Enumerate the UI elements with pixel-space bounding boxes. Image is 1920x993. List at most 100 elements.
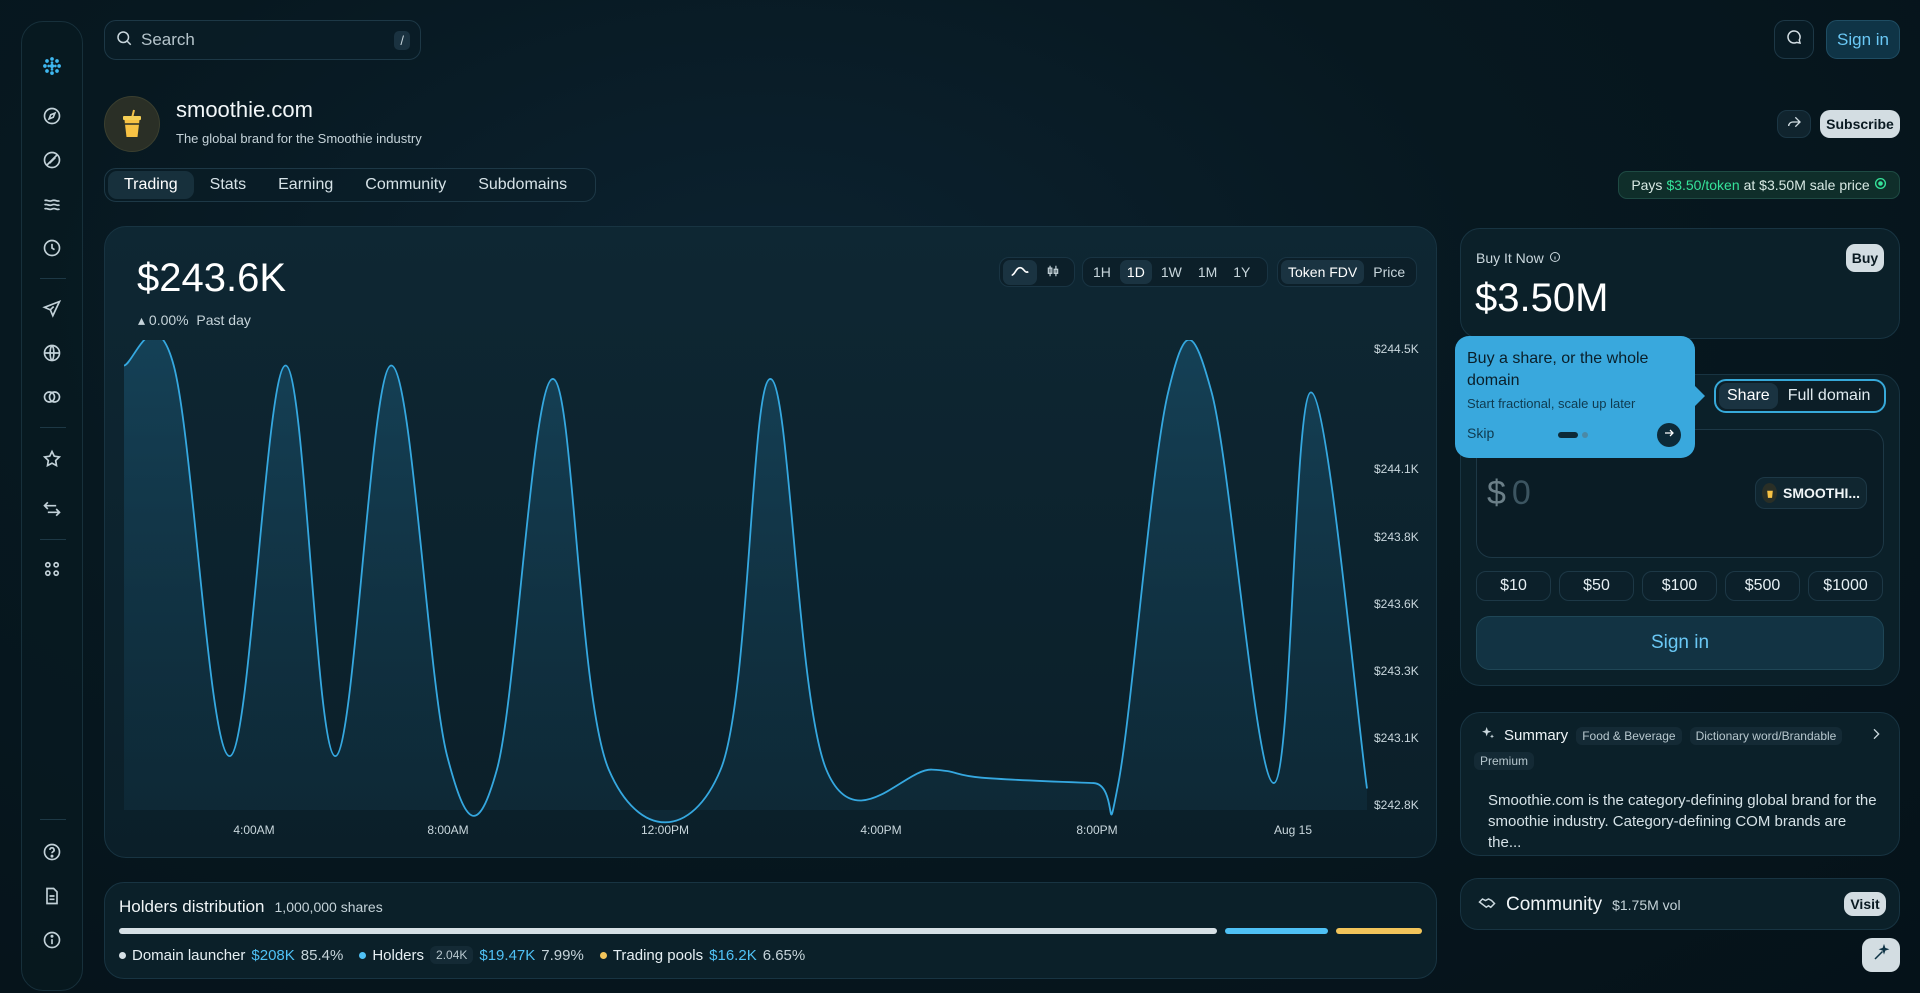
sign-in-button[interactable]: Sign in — [1826, 20, 1900, 59]
candlestick-chart-button[interactable] — [1039, 260, 1067, 285]
chart-type-toggle — [999, 257, 1075, 287]
x-tick-label: Aug 15 — [1273, 823, 1313, 837]
tab-community[interactable]: Community — [349, 171, 462, 199]
ban-icon[interactable] — [38, 146, 66, 174]
amount-placeholder[interactable]: 0 — [1512, 474, 1531, 513]
legend-holders-value: $19.47K — [479, 946, 536, 964]
legend-dot-pools — [599, 951, 607, 959]
metric-price[interactable]: Price — [1366, 260, 1412, 284]
info-icon[interactable] — [38, 926, 66, 954]
x-tick-label: 4:00AM — [233, 823, 275, 837]
holders-title: Holders distribution — [119, 897, 265, 916]
summary-title: Summary — [1504, 727, 1569, 744]
tooltip-next-button[interactable] — [1657, 423, 1681, 447]
sparkle-wand-icon — [1872, 943, 1890, 967]
star-icon[interactable] — [38, 445, 66, 473]
sidebar — [21, 21, 83, 991]
holders-shares: 1,000,000 shares — [274, 899, 383, 915]
range-1d[interactable]: 1D — [1119, 260, 1152, 284]
app-logo-icon[interactable] — [38, 52, 66, 80]
quick-amount-50[interactable]: $50 — [1559, 571, 1634, 601]
compass-icon[interactable] — [38, 102, 66, 130]
holders-bar-segment — [119, 928, 1218, 934]
quick-amount-100[interactable]: $100 — [1642, 571, 1717, 601]
tab-trading[interactable]: Trading — [108, 171, 194, 199]
x-tick-label: 12:00PM — [640, 823, 690, 837]
community-title: Community — [1506, 893, 1603, 915]
amount-input-wrap[interactable]: $ 0 — [1487, 474, 1531, 513]
smoothie-cup-icon — [123, 109, 141, 137]
domain-avatar — [104, 96, 160, 152]
metric-selector: Token FDV Price — [1277, 257, 1417, 287]
search-input[interactable] — [141, 30, 387, 50]
x-tick-label: 8:00PM — [1076, 823, 1118, 837]
y-tick-label: $242.8K — [1374, 798, 1419, 812]
swap-icon[interactable] — [38, 495, 66, 523]
range-selector: 1H 1D 1W 1M 1Y — [1082, 257, 1268, 287]
option-full-domain[interactable]: Full domain — [1780, 383, 1879, 409]
legend-launcher-value: $208K — [251, 946, 295, 964]
token-name: SMOOTHI... — [1783, 485, 1860, 501]
range-1y[interactable]: 1Y — [1226, 260, 1257, 284]
grid-icon[interactable] — [38, 555, 66, 583]
y-tick-label: $243.3K — [1374, 664, 1419, 678]
send-icon[interactable] — [38, 295, 66, 323]
clock-icon[interactable] — [38, 234, 66, 262]
range-1h[interactable]: 1H — [1086, 260, 1118, 284]
chart-area-fill — [124, 340, 1367, 823]
ai-assistant-button[interactable] — [1862, 938, 1900, 972]
summary-expand-chevron-icon[interactable] — [1868, 726, 1884, 747]
legend-pools-value: $16.2K — [709, 946, 757, 964]
option-share[interactable]: Share — [1719, 383, 1778, 409]
pays-badge[interactable]: Pays $3.50/token at $3.50M sale price — [1618, 171, 1900, 199]
buy-button[interactable]: Buy — [1846, 244, 1884, 272]
change-period: Past day — [196, 312, 251, 328]
search-shortcut: / — [394, 30, 410, 50]
buy-now-price: $3.50M — [1475, 276, 1609, 320]
fdv-value: $243.6K — [137, 256, 287, 300]
waves-icon[interactable] — [38, 190, 66, 218]
currency-symbol: $ — [1487, 474, 1506, 512]
onboarding-tooltip: Buy a share, or the whole domain Start f… — [1455, 336, 1705, 458]
globe-icon[interactable] — [38, 339, 66, 367]
tooltip-step-active — [1558, 432, 1578, 438]
candlestick-icon — [1046, 265, 1060, 281]
share-button[interactable] — [1777, 110, 1811, 138]
quick-amount-10[interactable]: $10 — [1476, 571, 1551, 601]
arrow-right-icon — [1663, 426, 1675, 444]
sidebar-divider — [40, 427, 66, 428]
legend-holders-label: Holders — [372, 946, 425, 964]
token-cup-icon — [1762, 483, 1777, 503]
fdv-area-chart[interactable] — [124, 340, 1424, 840]
document-icon[interactable] — [38, 882, 66, 910]
holders-bar-segment — [1225, 928, 1328, 934]
sidebar-divider — [40, 819, 66, 820]
legend-pools-pct: 6.65% — [762, 946, 806, 964]
buy-now-label: Buy It Now — [1476, 250, 1544, 266]
range-1w[interactable]: 1W — [1154, 260, 1189, 284]
token-selector[interactable]: SMOOTHI... — [1755, 477, 1867, 509]
metric-token-fdv[interactable]: Token FDV — [1281, 260, 1365, 284]
subscribe-button[interactable]: Subscribe — [1820, 110, 1900, 138]
line-chart-icon — [1010, 265, 1030, 281]
summary-tag-premium: Premium — [1474, 752, 1535, 770]
tooltip-skip[interactable]: Skip — [1467, 425, 1494, 441]
tab-stats[interactable]: Stats — [194, 171, 262, 199]
summary-tag-type: Dictionary word/Brandable — [1689, 726, 1843, 745]
quick-amount-500[interactable]: $500 — [1725, 571, 1800, 601]
trade-sign-in-button[interactable]: Sign in — [1476, 616, 1884, 670]
visit-button[interactable]: Visit — [1844, 892, 1886, 916]
coins-icon[interactable] — [38, 383, 66, 411]
tab-subdomains[interactable]: Subdomains — [462, 171, 583, 199]
legend-holders-pct: 7.99% — [541, 946, 584, 964]
legend-launcher-label: Domain launcher — [132, 946, 246, 964]
tab-earning[interactable]: Earning — [262, 171, 349, 199]
tab-bar: Trading Stats Earning Community Subdomai… — [104, 168, 596, 202]
quick-amount-1000[interactable]: $1000 — [1808, 571, 1883, 601]
legend-launcher-pct: 85.4% — [300, 946, 344, 964]
chat-button[interactable] — [1774, 20, 1814, 59]
line-chart-button[interactable] — [1003, 259, 1037, 285]
range-1m[interactable]: 1M — [1191, 260, 1224, 284]
y-tick-label: $243.6K — [1374, 597, 1419, 611]
help-icon[interactable] — [38, 838, 66, 866]
